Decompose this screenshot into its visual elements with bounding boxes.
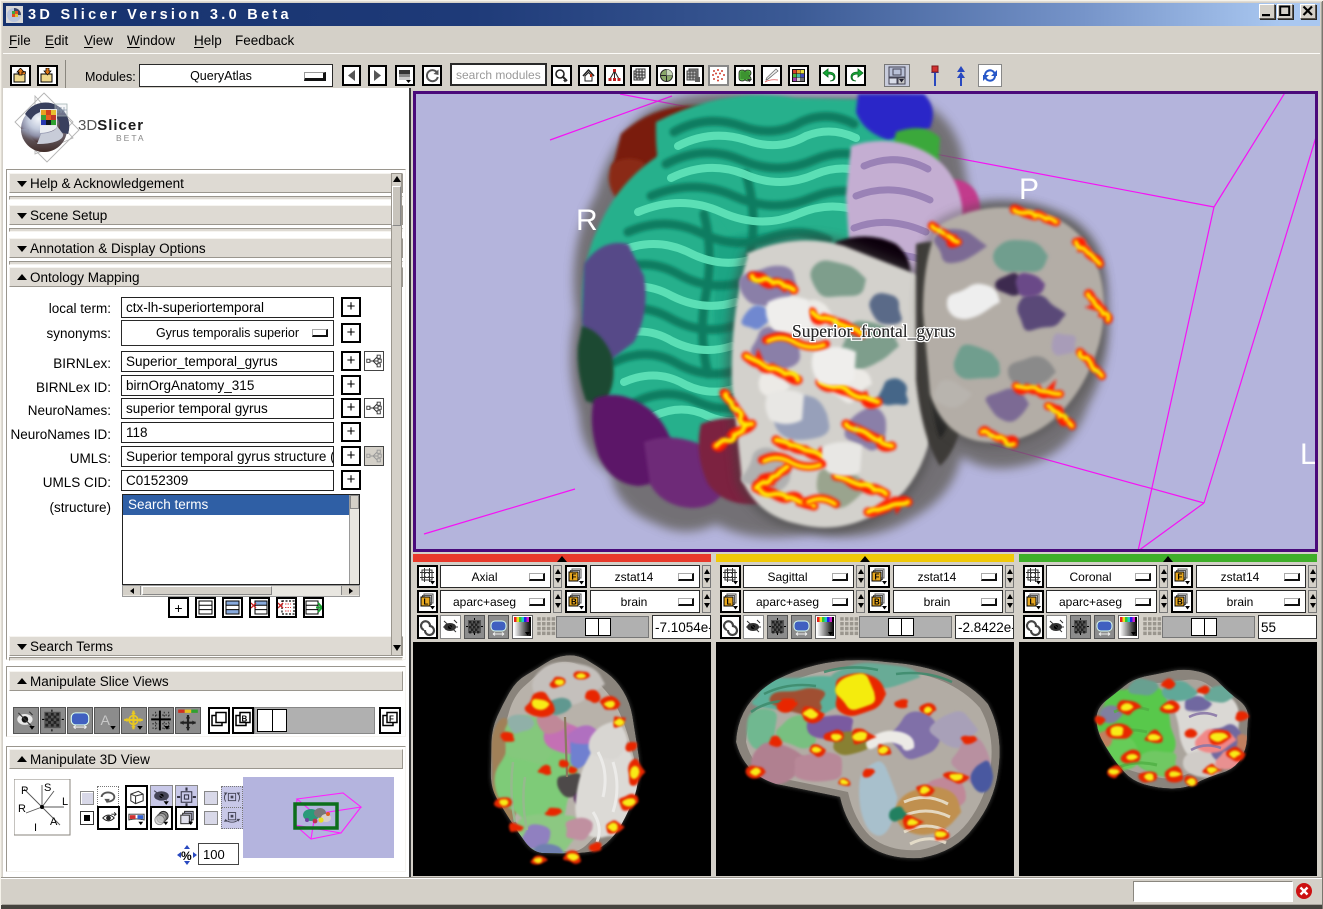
svg-text:Superior_frontal_gyrus: Superior_frontal_gyrus <box>792 321 955 341</box>
svg-text:R: R <box>576 204 598 237</box>
svg-text:F: F <box>389 715 394 724</box>
svg-text:L: L <box>424 598 429 607</box>
svg-text:F: F <box>1178 573 1183 582</box>
svg-text:L: L <box>62 796 68 808</box>
svg-text:P: P <box>1019 173 1039 206</box>
svg-text:R: R <box>18 803 26 815</box>
svg-text:B: B <box>571 598 577 607</box>
svg-text:A: A <box>50 816 58 828</box>
svg-text:L: L <box>1030 598 1035 607</box>
svg-text:A: A <box>100 713 110 729</box>
svg-text:F: F <box>572 573 577 582</box>
svg-text:I: I <box>34 822 37 834</box>
svg-text:B: B <box>874 598 880 607</box>
svg-text:P: P <box>21 785 28 797</box>
svg-text:B: B <box>1177 598 1183 607</box>
svg-text:B: B <box>242 715 248 724</box>
svg-text:L: L <box>1300 438 1315 471</box>
svg-text:S: S <box>44 782 51 794</box>
svg-text:F: F <box>875 573 880 582</box>
svg-text:L: L <box>727 598 732 607</box>
svg-text:%: % <box>181 849 192 863</box>
